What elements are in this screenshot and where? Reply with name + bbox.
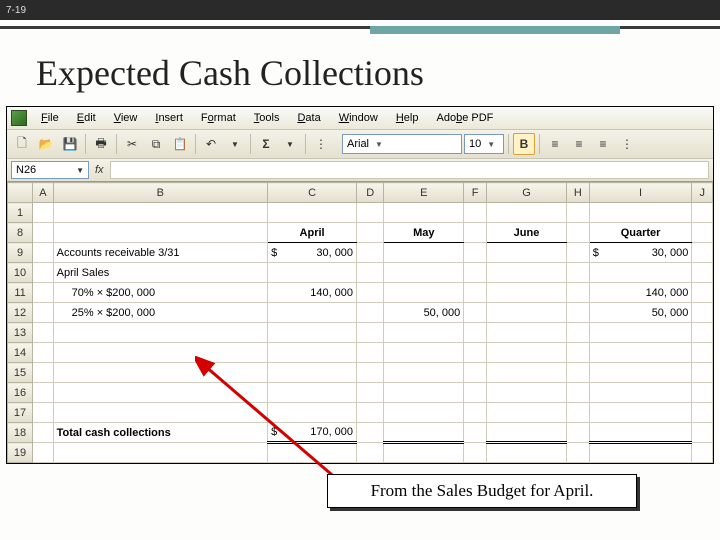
open-icon[interactable]: 📂 [35, 133, 57, 155]
cell-b18[interactable]: Total cash collections [53, 423, 267, 443]
formula-bar: N26 ▼ fx [7, 159, 713, 182]
col-B[interactable]: B [53, 183, 267, 203]
slide-rule [0, 20, 720, 42]
cell-e12[interactable]: 50, 000 [384, 303, 464, 323]
toolbar-options2-icon[interactable]: ⋮ [616, 133, 638, 155]
cell-b10[interactable]: April Sales [53, 263, 267, 283]
hdr-may[interactable]: May [384, 223, 464, 243]
toolbar-options-icon[interactable]: ⋮ [310, 133, 332, 155]
font-name-value: Arial [347, 138, 369, 150]
cell-e18[interactable] [384, 423, 464, 443]
column-headers: A B C D E F G H I J [8, 183, 713, 203]
cell-c11[interactable]: 140, 000 [268, 283, 357, 303]
row-18: 18 Total cash collections $170, 000 [8, 423, 713, 443]
col-C[interactable]: C [268, 183, 357, 203]
select-all-corner[interactable] [8, 183, 33, 203]
autosum-dropdown-icon[interactable]: ▼ [279, 133, 301, 155]
align-center-icon[interactable]: ≡ [568, 133, 590, 155]
cell-c18[interactable]: $170, 000 [268, 423, 357, 443]
row-14: 14 [8, 343, 713, 363]
col-J[interactable]: J [692, 183, 713, 203]
menu-format[interactable]: Format [193, 110, 244, 126]
chevron-down-icon: ▼ [76, 166, 84, 175]
cell-b9[interactable]: Accounts receivable 3/31 [53, 243, 267, 263]
menu-file[interactable]: File [33, 110, 67, 126]
col-F[interactable]: F [464, 183, 487, 203]
font-name-select[interactable]: Arial ▼ [342, 134, 462, 154]
slide-title: Expected Cash Collections [0, 42, 720, 106]
row-16: 16 [8, 383, 713, 403]
hdr-quarter[interactable]: Quarter [589, 223, 692, 243]
chevron-down-icon: ▼ [375, 140, 383, 149]
undo-icon[interactable]: ↶ [200, 133, 222, 155]
cell-c9[interactable]: $30, 000 [268, 243, 357, 263]
align-left-icon[interactable]: ≡ [544, 133, 566, 155]
fx-icon[interactable]: fx [95, 164, 104, 176]
align-right-icon[interactable]: ≡ [592, 133, 614, 155]
menu-tools[interactable]: Tools [246, 110, 288, 126]
col-I[interactable]: I [589, 183, 692, 203]
cell-b12[interactable]: 25% × $200, 000 [53, 303, 267, 323]
menu-data[interactable]: Data [289, 110, 328, 126]
slide-number-bar: 7-19 [0, 0, 720, 20]
callout-box: From the Sales Budget for April. [327, 474, 637, 508]
font-size-select[interactable]: 10 ▼ [464, 134, 504, 154]
cell-b11[interactable]: 70% × $200, 000 [53, 283, 267, 303]
row-15: 15 [8, 363, 713, 383]
autosum-icon[interactable]: Σ [255, 133, 277, 155]
row-19: 19 [8, 443, 713, 463]
cut-icon[interactable]: ✂ [121, 133, 143, 155]
excel-window: File Edit View Insert Format Tools Data … [6, 106, 714, 464]
name-box[interactable]: N26 ▼ [11, 161, 89, 179]
menu-insert[interactable]: Insert [147, 110, 191, 126]
cell-i18[interactable] [589, 423, 692, 443]
hdr-april[interactable]: April [268, 223, 357, 243]
cell-i11[interactable]: 140, 000 [589, 283, 692, 303]
save-icon[interactable]: 💾 [59, 133, 81, 155]
row-1: 1 [8, 203, 713, 223]
paste-icon[interactable]: 📋 [169, 133, 191, 155]
font-size-value: 10 [469, 138, 481, 150]
col-E[interactable]: E [384, 183, 464, 203]
row-11: 11 70% × $200, 000 140, 000 140, 000 [8, 283, 713, 303]
standard-toolbar: 🗋 📂 💾 🖶 ✂ ⧉ 📋 ↶ ▼ Σ ▼ ⋮ Arial ▼ 10 ▼ B ≡… [7, 130, 713, 159]
cell-i12[interactable]: 50, 000 [589, 303, 692, 323]
print-icon[interactable]: 🖶 [90, 133, 112, 155]
cell-g18[interactable] [487, 423, 567, 443]
col-H[interactable]: H [566, 183, 589, 203]
row-17: 17 [8, 403, 713, 423]
row-9: 9 Accounts receivable 3/31 $30, 000 $30,… [8, 243, 713, 263]
row-10: 10 April Sales [8, 263, 713, 283]
slide-number: 7-19 [6, 5, 26, 16]
hdr-june[interactable]: June [487, 223, 567, 243]
cell-i9[interactable]: $30, 000 [589, 243, 692, 263]
undo-dropdown-icon[interactable]: ▼ [224, 133, 246, 155]
callout-text: From the Sales Budget for April. [371, 481, 594, 501]
row-13: 13 [8, 323, 713, 343]
menu-adobe-pdf[interactable]: Adobe PDF [428, 110, 501, 126]
menu-view[interactable]: View [106, 110, 146, 126]
new-icon[interactable]: 🗋 [11, 133, 33, 155]
bold-button[interactable]: B [513, 133, 535, 155]
col-D[interactable]: D [357, 183, 384, 203]
menu-edit[interactable]: Edit [69, 110, 104, 126]
menu-bar: File Edit View Insert Format Tools Data … [7, 107, 713, 130]
name-box-value: N26 [16, 164, 36, 176]
col-G[interactable]: G [487, 183, 567, 203]
chevron-down-icon: ▼ [487, 140, 495, 149]
row-8: 8 April May June Quarter [8, 223, 713, 243]
formula-input[interactable] [110, 161, 709, 179]
copy-icon[interactable]: ⧉ [145, 133, 167, 155]
excel-icon [11, 110, 27, 126]
grid-area: A B C D E F G H I J 1 8 April May June [7, 182, 713, 463]
col-A[interactable]: A [33, 183, 54, 203]
menu-help[interactable]: Help [388, 110, 427, 126]
menu-window[interactable]: Window [331, 110, 386, 126]
spreadsheet[interactable]: A B C D E F G H I J 1 8 April May June [7, 182, 713, 463]
row-12: 12 25% × $200, 000 50, 000 50, 000 [8, 303, 713, 323]
